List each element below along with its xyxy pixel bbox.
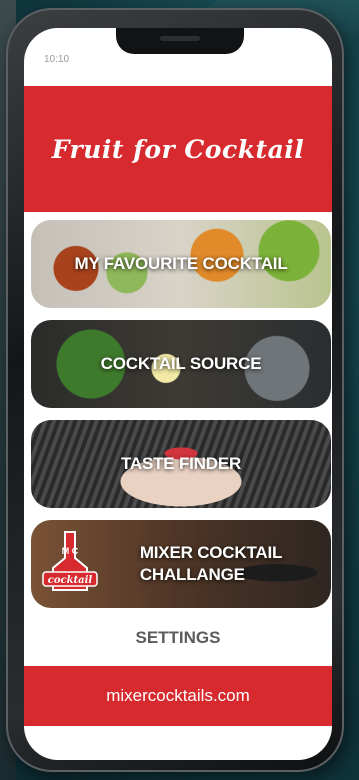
status-time: 10:10 — [44, 54, 70, 65]
phone-notch — [116, 28, 244, 54]
logo-word: cocktail — [48, 575, 93, 586]
app-screen: 10:10 Fruit for Cocktail MY FAVOURITE CO… — [24, 28, 332, 760]
website-link[interactable]: mixercocktails.com — [106, 686, 250, 706]
footer-banner[interactable]: mixercocktails.com — [24, 666, 332, 726]
menu-card-cocktail-source[interactable]: COCKTAIL SOURCE — [31, 320, 331, 408]
menu-card-label-line1: MIXER COCKTAIL — [139, 543, 283, 562]
logo-initials: M C — [62, 546, 79, 556]
menu-card-label: COCKTAIL SOURCE — [100, 354, 262, 373]
menu-card-label-line2: CHALLANGE — [139, 565, 245, 584]
header-banner: Fruit for Cocktail — [24, 86, 332, 212]
mixer-cocktail-logo: M C cocktail — [42, 531, 98, 591]
menu-card-label: MY FAVOURITE COCKTAIL — [74, 254, 288, 273]
menu-card-taste-finder[interactable]: TASTE FINDER — [31, 420, 331, 508]
phone-frame: 10:10 Fruit for Cocktail MY FAVOURITE CO… — [6, 8, 344, 772]
menu-card-mixer-challenge[interactable]: M C cocktail MIXER COCKTAIL CHALLANGE — [31, 520, 331, 608]
speaker-grille — [160, 36, 200, 41]
menu-card-label: MIXER COCKTAIL CHALLANGE — [139, 542, 283, 586]
settings-button[interactable]: SETTINGS — [24, 628, 332, 648]
menu-card-label: TASTE FINDER — [120, 454, 242, 473]
menu-card-favourite-cocktail[interactable]: MY FAVOURITE COCKTAIL — [31, 220, 331, 308]
app-title: Fruit for Cocktail — [51, 134, 305, 164]
